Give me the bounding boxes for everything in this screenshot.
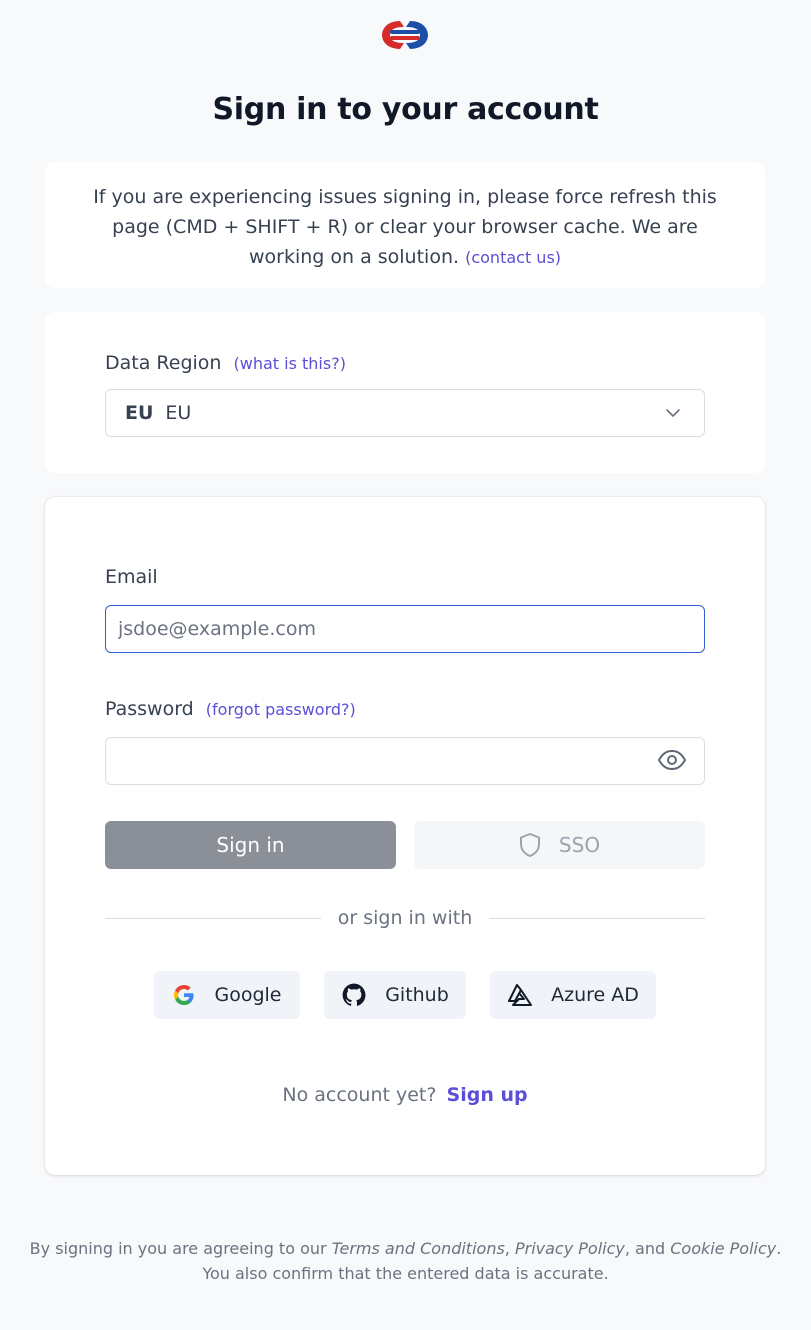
sso-button-label: SSO <box>558 833 601 857</box>
divider-right <box>489 918 705 919</box>
footer-prefix: By signing in you are agreeing to our <box>29 1239 327 1258</box>
eye-icon[interactable] <box>657 749 687 771</box>
email-label: Email <box>105 566 158 588</box>
signup-row: No account yet? Sign up <box>45 1084 765 1106</box>
brand-logo <box>382 21 428 49</box>
region-code: EU <box>125 402 154 424</box>
divider-text: or sign in with <box>337 907 473 929</box>
notice-text: If you are experiencing issues signing i… <box>93 186 717 268</box>
password-label-row: Password (forgot password?) <box>105 698 356 720</box>
password-label: Password <box>105 698 194 720</box>
region-label-row: Data Region (what is this?) <box>105 352 346 374</box>
footer-and: and <box>635 1239 666 1258</box>
sign-in-button[interactable]: Sign in <box>105 821 396 869</box>
what-is-this-link[interactable]: (what is this?) <box>234 354 346 373</box>
google-label: Google <box>214 984 282 1006</box>
forgot-password-link[interactable]: (forgot password?) <box>206 700 356 719</box>
terms-link[interactable]: Terms and Conditions <box>332 1239 505 1258</box>
legal-footer: By signing in you are agreeing to our Te… <box>29 1239 782 1283</box>
contact-us-link[interactable]: (contact us) <box>465 248 561 267</box>
region-select[interactable]: EU EU <box>105 389 705 437</box>
azure-label: Azure AD <box>551 984 639 1006</box>
password-field[interactable] <box>105 737 705 785</box>
github-signin-button[interactable]: Github <box>324 971 466 1019</box>
region-label: Data Region <box>105 352 222 374</box>
google-icon <box>174 985 195 1005</box>
login-card: Email Password (forgot password?) Sign i… <box>45 497 765 1175</box>
shield-icon <box>519 833 540 857</box>
sign-up-link[interactable]: Sign up <box>447 1084 528 1106</box>
email-field[interactable] <box>105 605 705 653</box>
cookie-link[interactable]: Cookie Policy <box>670 1239 776 1258</box>
azure-signin-button[interactable]: Azure AD <box>490 971 656 1019</box>
github-icon <box>342 983 366 1006</box>
region-name: EU <box>165 402 192 424</box>
page-title: Sign in to your account <box>212 92 599 127</box>
privacy-link[interactable]: Privacy Policy <box>515 1239 625 1258</box>
signup-prompt: No account yet? <box>282 1084 437 1106</box>
google-signin-button[interactable]: Google <box>154 971 300 1019</box>
footer-suffix: You also confirm that the entered data i… <box>202 1264 609 1283</box>
chevron-down-icon <box>666 409 680 417</box>
region-card: Data Region (what is this?) EU EU <box>45 312 765 473</box>
github-label: Github <box>385 984 449 1006</box>
azure-icon <box>508 984 533 1006</box>
divider-left <box>105 918 321 919</box>
sso-button[interactable]: SSO <box>414 821 705 869</box>
notice-card: If you are experiencing issues signing i… <box>45 162 765 288</box>
